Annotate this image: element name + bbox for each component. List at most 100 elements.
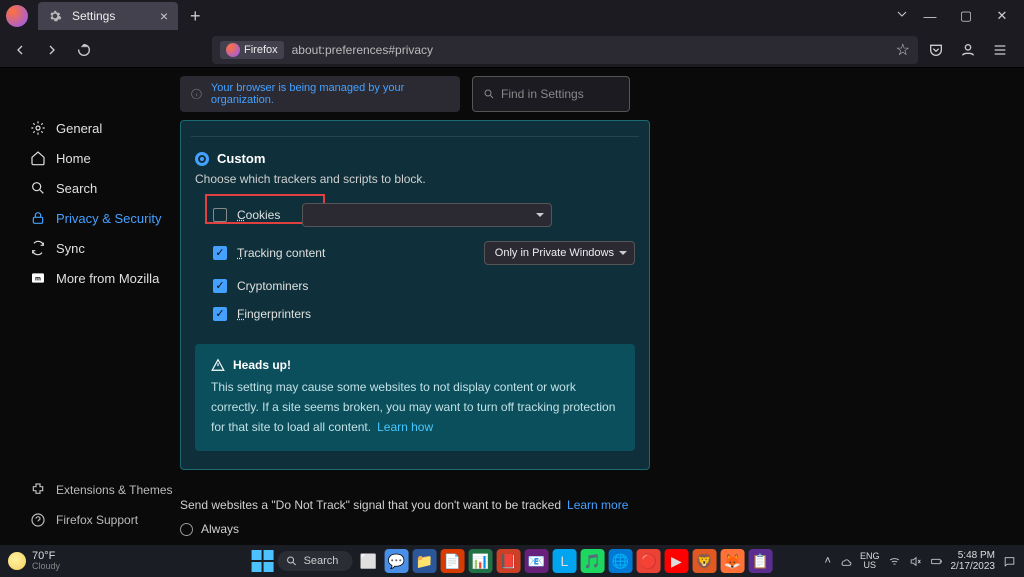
option-fingerprinters[interactable]: Fingerprinters xyxy=(195,300,635,328)
custom-title: Custom xyxy=(217,151,265,166)
tracking-mode-dropdown[interactable]: Only in Private Windows xyxy=(484,241,635,265)
new-tab-button[interactable]: + xyxy=(190,6,201,27)
dnt-label: Always xyxy=(201,522,239,536)
taskbar-app-icon[interactable]: 🎵 xyxy=(580,549,604,573)
checkbox-checked[interactable] xyxy=(213,307,227,321)
url-bar[interactable]: Firefox about:preferences#privacy ☆ xyxy=(212,36,918,64)
heads-up-box: Heads up! This setting may cause some we… xyxy=(195,344,635,451)
search-placeholder: Find in Settings xyxy=(501,87,584,101)
search-icon xyxy=(483,88,495,100)
tab-title: Settings xyxy=(72,9,150,23)
browser-tab[interactable]: Settings × xyxy=(38,2,178,30)
taskbar-app-icon[interactable]: ▶ xyxy=(664,549,688,573)
option-cryptominers[interactable]: Cryptominers xyxy=(195,272,635,300)
wifi-icon[interactable] xyxy=(888,555,901,568)
forward-button[interactable] xyxy=(38,36,66,64)
dnt-learn-more-link[interactable]: Learn more xyxy=(567,498,628,512)
weather-icon xyxy=(8,552,26,570)
checkbox-checked[interactable] xyxy=(213,279,227,293)
save-pocket-icon[interactable] xyxy=(922,36,950,64)
tray-clock[interactable]: 5:48 PM2/17/2023 xyxy=(951,550,996,572)
option-label: Tracking content xyxy=(237,246,325,260)
custom-radio-row[interactable]: Custom xyxy=(195,151,635,166)
learn-how-link[interactable]: Learn how xyxy=(377,420,433,434)
gear-icon xyxy=(48,9,62,23)
maximize-button[interactable]: ▢ xyxy=(952,8,980,24)
checkbox-checked[interactable] xyxy=(213,246,227,260)
close-icon[interactable]: × xyxy=(160,8,168,24)
option-label: Cryptominers xyxy=(237,279,308,293)
taskbar-search[interactable]: Search xyxy=(278,551,353,571)
url-text: about:preferences#privacy xyxy=(292,43,888,57)
firefox-logo-icon xyxy=(6,5,28,27)
taskbar-app-icon[interactable]: 🦊 xyxy=(720,549,744,573)
headsup-text: This setting may cause some websites to … xyxy=(211,378,619,437)
close-window-button[interactable]: ✕ xyxy=(988,8,1016,24)
tabs-dropdown-icon[interactable] xyxy=(896,7,908,25)
sidebar-item-privacy[interactable]: Privacy & Security xyxy=(0,203,180,233)
sidebar-item-general[interactable]: General xyxy=(0,113,180,143)
option-label: Cookies xyxy=(237,208,280,222)
sidebar-item-home[interactable]: Home xyxy=(0,143,180,173)
taskbar-weather[interactable]: 70°FCloudy xyxy=(8,551,60,571)
taskbar-app-icon[interactable]: 📋 xyxy=(748,549,772,573)
app-menu-icon[interactable] xyxy=(986,36,1014,64)
account-icon[interactable] xyxy=(954,36,982,64)
start-button[interactable] xyxy=(252,550,274,572)
identity-box[interactable]: Firefox xyxy=(220,41,284,59)
taskbar-app-icon[interactable]: 📁 xyxy=(412,549,436,573)
warning-icon xyxy=(211,358,225,372)
svg-text:m: m xyxy=(35,276,41,283)
managed-notice[interactable]: Your browser is being managed by your or… xyxy=(180,76,460,112)
battery-icon[interactable] xyxy=(930,555,943,568)
sidebar-extensions[interactable]: Extensions & Themes xyxy=(0,475,180,505)
sidebar-label: Privacy & Security xyxy=(56,211,161,226)
cookies-dropdown[interactable] xyxy=(302,203,552,227)
settings-sidebar: General Home Search Privacy & Security S… xyxy=(0,68,180,545)
firefox-icon xyxy=(226,43,240,57)
sidebar-item-sync[interactable]: Sync xyxy=(0,233,180,263)
bookmark-star-icon[interactable]: ☆ xyxy=(896,40,910,60)
system-tray: ˄ ENGUS 5:48 PM2/17/2023 xyxy=(825,550,1016,572)
option-label: Fingerprinters xyxy=(237,307,311,321)
task-view-icon[interactable]: ⬜ xyxy=(356,549,380,573)
option-cookies[interactable]: Cookies xyxy=(195,196,635,234)
find-in-settings[interactable]: Find in Settings xyxy=(472,76,630,112)
onedrive-icon[interactable] xyxy=(839,555,852,568)
tray-chevron-icon[interactable]: ˄ xyxy=(825,555,831,567)
taskbar-app-icon[interactable]: 🔴 xyxy=(636,549,660,573)
taskbar-app-icon[interactable]: 📕 xyxy=(496,549,520,573)
panel-truncated-top xyxy=(191,127,639,137)
checkbox-unchecked[interactable] xyxy=(213,208,227,222)
do-not-track-section: Send websites a "Do Not Track" signal th… xyxy=(180,498,650,545)
volume-icon[interactable] xyxy=(909,555,922,568)
sidebar-label: Firefox Support xyxy=(56,513,138,527)
option-tracking-content[interactable]: Tracking content Only in Private Windows xyxy=(195,234,635,272)
nav-toolbar: Firefox about:preferences#privacy ☆ xyxy=(0,32,1024,68)
radio-selected-icon xyxy=(195,152,209,166)
tray-locale: US xyxy=(863,561,876,570)
taskbar-app-icon[interactable]: 📊 xyxy=(468,549,492,573)
minimize-button[interactable]: ― xyxy=(916,9,944,24)
taskbar-app-icon[interactable]: 📧 xyxy=(524,549,548,573)
taskbar-app-icon[interactable]: 🌐 xyxy=(608,549,632,573)
dnt-text: Send websites a "Do Not Track" signal th… xyxy=(180,498,561,512)
tracking-protection-panel: Custom Choose which trackers and scripts… xyxy=(180,120,650,470)
sidebar-item-mozilla[interactable]: mMore from Mozilla xyxy=(0,263,180,293)
taskbar-app-icon[interactable]: 💬 xyxy=(384,549,408,573)
headsup-title: Heads up! xyxy=(233,358,291,372)
sidebar-support[interactable]: Firefox Support xyxy=(0,505,180,535)
reload-button[interactable] xyxy=(70,36,98,64)
sidebar-label: General xyxy=(56,121,102,136)
custom-description: Choose which trackers and scripts to blo… xyxy=(195,172,635,186)
back-button[interactable] xyxy=(6,36,34,64)
sidebar-item-search[interactable]: Search xyxy=(0,173,180,203)
taskbar-app-icon[interactable]: L xyxy=(552,549,576,573)
dnt-option-always[interactable]: Always xyxy=(180,522,650,536)
windows-taskbar: 70°FCloudy Search ⬜ 💬 📁 📄 📊 📕 📧 L 🎵 🌐 🔴 … xyxy=(0,545,1024,577)
identity-label: Firefox xyxy=(244,44,278,56)
notifications-icon[interactable] xyxy=(1003,555,1016,568)
taskbar-app-icon[interactable]: 📄 xyxy=(440,549,464,573)
sidebar-label: Extensions & Themes xyxy=(56,483,173,497)
taskbar-app-icon[interactable]: 🦁 xyxy=(692,549,716,573)
